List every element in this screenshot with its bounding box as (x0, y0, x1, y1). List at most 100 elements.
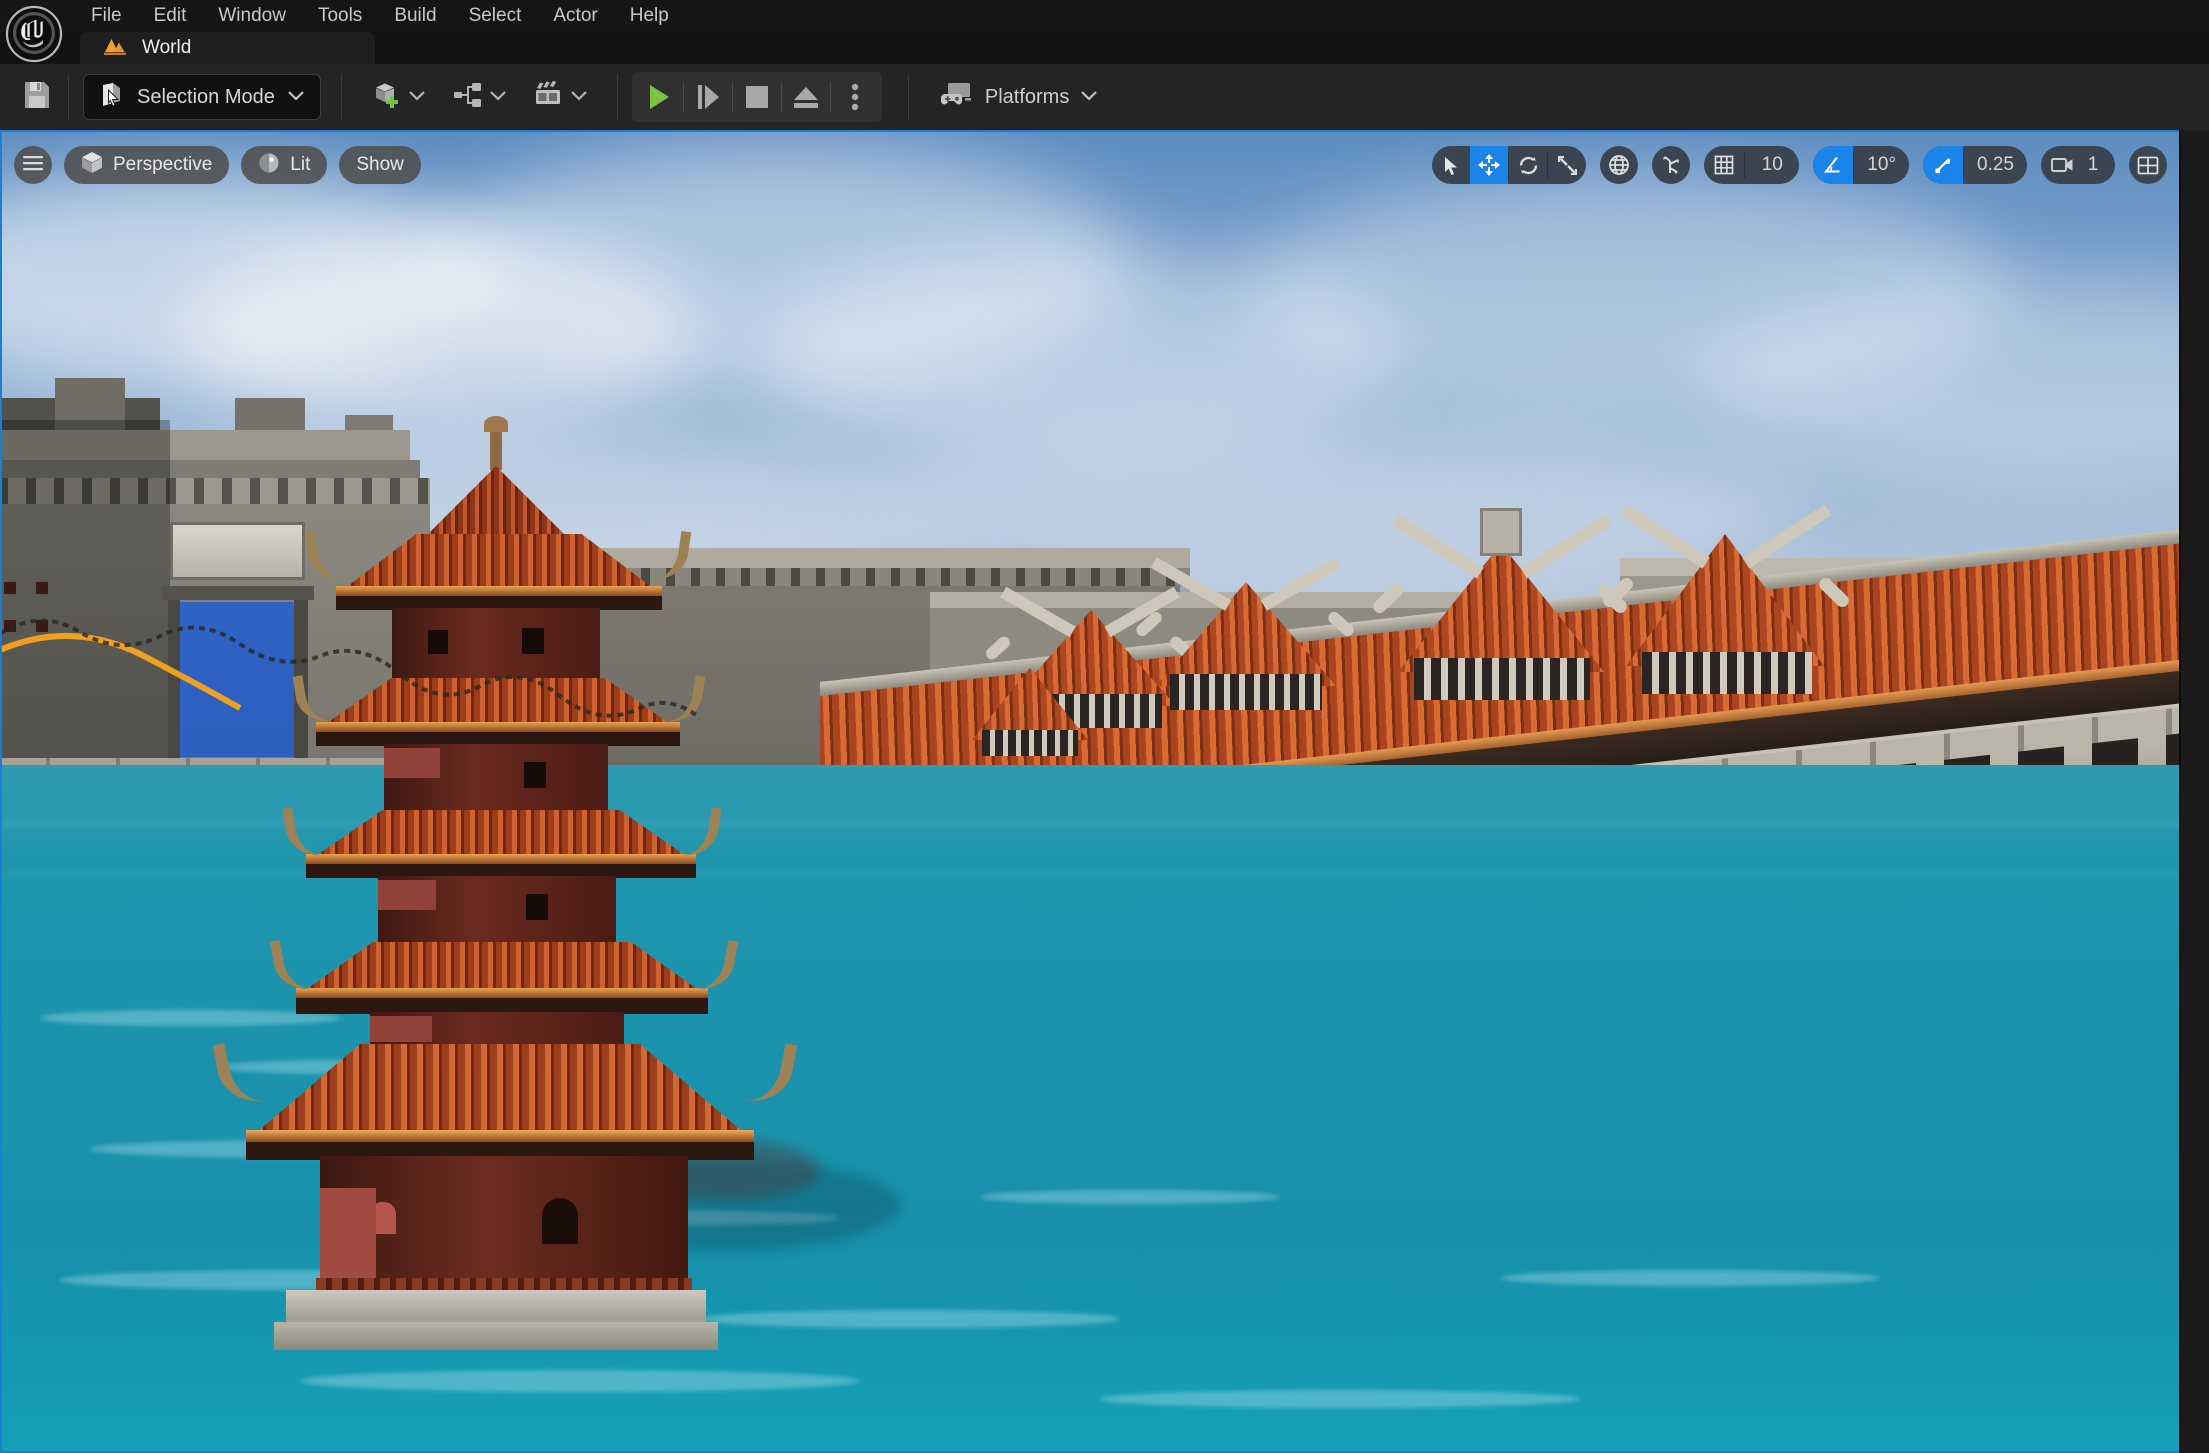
menu-item-tools[interactable]: Tools (302, 0, 378, 32)
pagoda-eave-tip (626, 524, 692, 584)
camera-speed-value[interactable]: 1 (2085, 146, 2111, 184)
toolbar-separator (340, 74, 342, 120)
angle-snap-toggle[interactable] (1813, 146, 1854, 184)
viewport-show-label: Show (356, 154, 404, 175)
unreal-engine-logo[interactable] (3, 3, 65, 65)
chevron-down-icon (1081, 88, 1098, 106)
selection-mode-dropdown[interactable]: Selection Mode (83, 74, 321, 120)
pagoda-stone-plinth-lower (274, 1322, 718, 1350)
menu-item-select[interactable]: Select (453, 0, 538, 32)
rotate-tool-button[interactable] (1509, 146, 1547, 184)
lit-sphere-icon (258, 152, 280, 179)
menu-item-file[interactable]: File (75, 0, 138, 32)
water-shimmer (40, 1010, 340, 1026)
pagoda-balcony-rail (370, 1016, 432, 1042)
pagoda-tier1-eave-trim (336, 586, 662, 596)
chevron-down-icon (409, 88, 425, 106)
landscape-mountain-icon (102, 35, 128, 62)
pagoda-stone-plinth (286, 1290, 706, 1324)
hamburger-menu-icon (23, 155, 43, 176)
camera-speed-group[interactable]: 1 (2041, 146, 2115, 184)
grid-snap-toggle[interactable] (1704, 146, 1744, 184)
water-shimmer (700, 1310, 1120, 1328)
scale-snap-value[interactable]: 0.25 (1964, 146, 2027, 184)
transform-tools-group[interactable] (1432, 146, 1587, 184)
scale-snap-group[interactable]: 0.25 (1923, 146, 2027, 184)
scale-snap-toggle[interactable] (1923, 146, 1964, 184)
blueprints-dropdown[interactable] (445, 74, 514, 120)
pagoda-window (526, 894, 548, 920)
pagoda-window (524, 762, 546, 788)
menu-item-edit[interactable]: Edit (138, 0, 203, 32)
skip-play-button[interactable] (684, 75, 732, 119)
colonnade-dormer (1133, 557, 1357, 710)
translate-tool-button[interactable] (1470, 146, 1509, 184)
play-options-button[interactable] (831, 75, 879, 119)
viewport-perspective-button[interactable]: Perspective (64, 146, 230, 184)
pagoda-actor[interactable] (212, 416, 960, 1350)
tab-world-label: World (142, 37, 192, 58)
level-viewport[interactable] (0, 130, 2209, 1453)
menu-item-window[interactable]: Window (202, 0, 302, 32)
cursor-select-icon (100, 82, 124, 113)
toolbar-separator (907, 74, 909, 120)
surface-snap-button[interactable] (1652, 146, 1691, 184)
angle-snap-group[interactable]: 10° (1813, 146, 1910, 184)
select-tool-button[interactable] (1432, 146, 1470, 184)
selection-mode-label: Selection Mode (137, 85, 275, 108)
stop-button[interactable] (733, 75, 781, 119)
pagoda-tier3-eave (310, 810, 692, 860)
viewport-layout-button[interactable] (2129, 146, 2167, 184)
viewport-left-toolbar[interactable]: Perspective Lit Show (14, 146, 421, 184)
platforms-dropdown[interactable]: Platforms (927, 74, 1111, 120)
water-shimmer (300, 1370, 860, 1392)
gate-arch-lintel (162, 586, 314, 600)
menu-item-list[interactable]: File Edit Window Tools Build Select Acto… (75, 0, 685, 32)
chevron-down-icon (571, 88, 587, 106)
play-button[interactable] (635, 75, 683, 119)
grid-snap-value[interactable]: 10 (1745, 146, 1799, 184)
viewport-viewmode-label: Lit (290, 154, 311, 175)
colonnade-dormer (1370, 508, 1630, 700)
save-floppy-icon (24, 81, 50, 114)
viewport-menu-button[interactable] (14, 146, 52, 184)
menu-item-help[interactable]: Help (614, 0, 685, 32)
pagoda-eave-tip (304, 524, 370, 584)
pagoda-eave-tip (656, 799, 722, 861)
eject-button[interactable] (782, 75, 830, 119)
pagoda-tier1-eave (340, 534, 658, 592)
gate-window (36, 582, 48, 594)
level-tab-bar[interactable]: World (0, 32, 2209, 64)
angle-snap-value[interactable]: 10° (1854, 146, 1909, 184)
pagoda-tier4-trim (296, 988, 708, 998)
tab-world[interactable]: World (80, 32, 375, 64)
main-menu-bar[interactable]: File Edit Window Tools Build Select Acto… (0, 0, 2209, 32)
viewport-perspective-label: Perspective (113, 154, 213, 175)
pagoda-finial (490, 426, 502, 470)
viewport-viewmode-button[interactable]: Lit (241, 146, 328, 184)
camera-speed-icon[interactable] (2041, 146, 2085, 184)
menu-item-actor[interactable]: Actor (537, 0, 613, 32)
scale-tool-button[interactable] (1548, 146, 1586, 184)
grid-snap-group[interactable]: 10 (1704, 146, 1800, 184)
main-toolbar[interactable]: Selection Mode Platforms (0, 64, 2209, 130)
viewport-show-button[interactable]: Show (339, 146, 421, 184)
viewport-right-toolbar[interactable]: 10 10° 0.25 1 (1432, 146, 2167, 184)
cinematics-dropdown[interactable] (526, 74, 595, 120)
water-shimmer (980, 1190, 1280, 1204)
colonnade-dormer-small (960, 660, 1100, 756)
save-button[interactable] (14, 74, 60, 120)
blueprint-nodes-icon (453, 81, 483, 114)
toolbar-separator (616, 74, 618, 120)
add-actor-dropdown[interactable] (364, 74, 433, 120)
pagoda-tier4-eave (300, 942, 704, 994)
menu-item-build[interactable]: Build (378, 0, 452, 32)
gate-window (4, 582, 16, 594)
play-controls-group[interactable] (631, 72, 882, 122)
pagoda-balcony-rail (378, 880, 436, 910)
viewport-render-canvas[interactable] (0, 130, 2209, 1453)
platforms-label: Platforms (984, 85, 1070, 108)
coordinate-system-button[interactable] (1600, 146, 1639, 184)
pagoda-base-panel (320, 1188, 376, 1284)
pagoda-tier3-trim (306, 854, 696, 864)
